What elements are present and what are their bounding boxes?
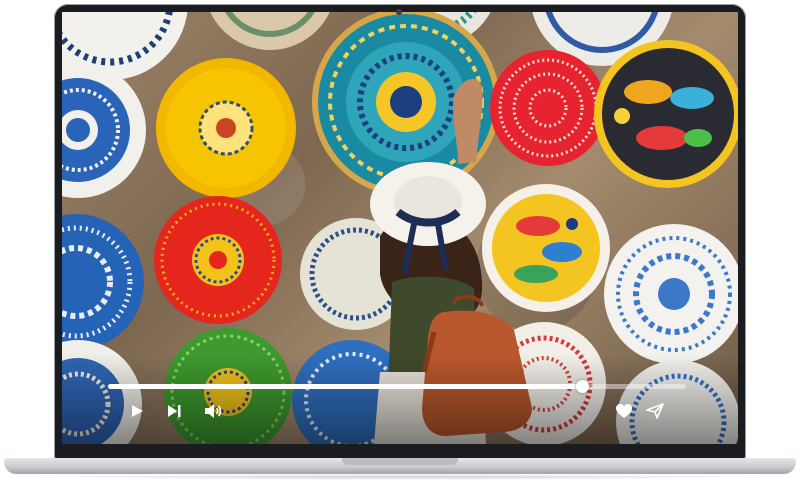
laptop-screen [62,12,738,444]
progress-knob[interactable] [575,380,589,393]
volume-button[interactable] [202,400,224,422]
progress-bar[interactable] [108,380,686,393]
progress-fill [108,384,582,389]
volume-icon [205,404,222,418]
lid-opening-notch [342,458,458,465]
play-icon [132,405,143,417]
skip-next-icon [168,405,181,417]
video-controls-gradient [62,354,738,444]
like-button[interactable] [613,400,635,422]
heart-icon [616,404,632,418]
share-button[interactable] [644,400,666,422]
send-icon [646,403,664,419]
next-button[interactable] [163,400,185,422]
play-button[interactable] [126,400,148,422]
webcam [396,9,402,15]
laptop-shadow [20,474,780,480]
